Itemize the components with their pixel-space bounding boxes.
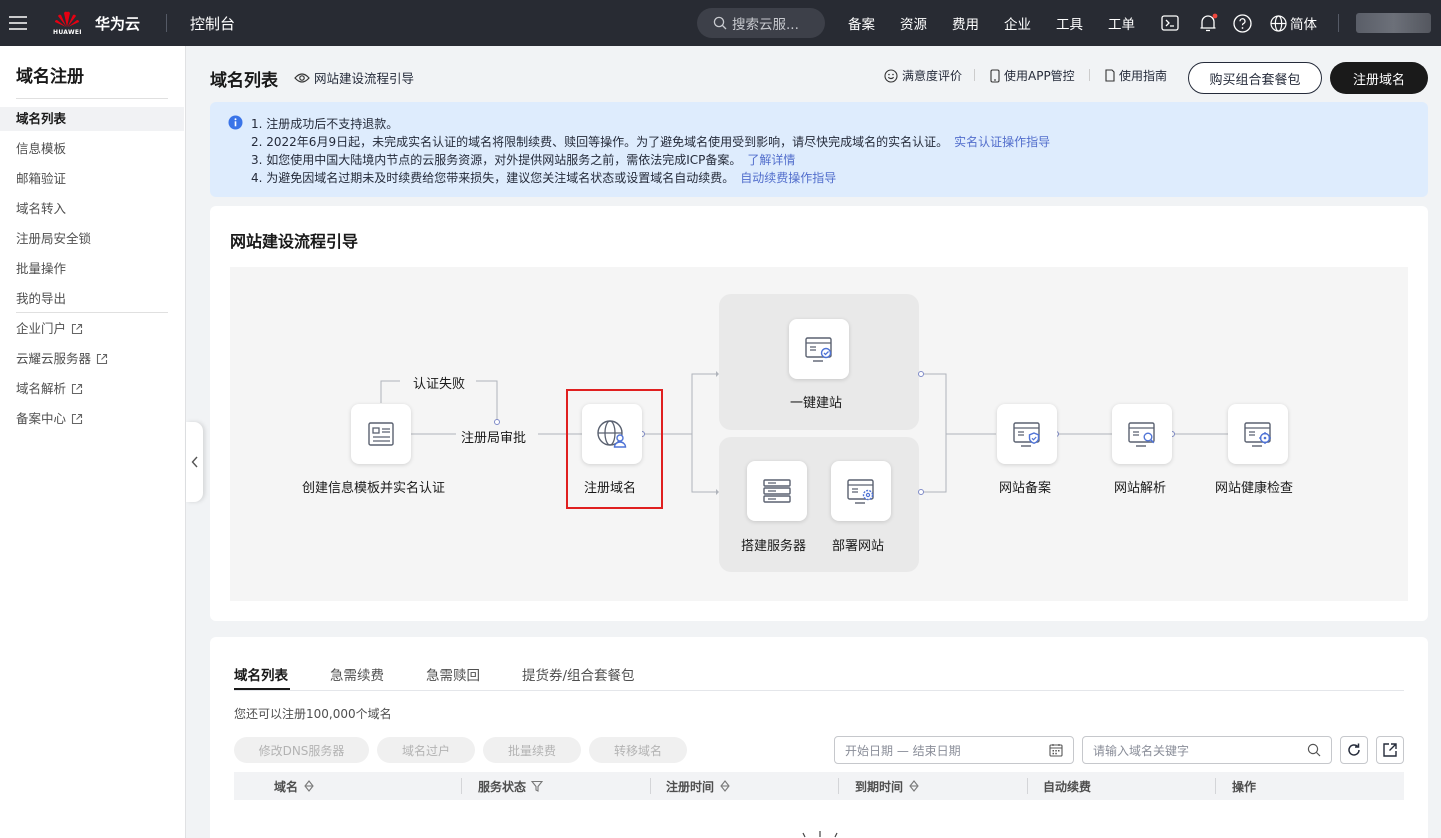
create-template-node[interactable]	[351, 404, 411, 464]
column-divider	[1215, 778, 1216, 794]
deploy-site-node[interactable]	[831, 461, 891, 521]
register-domain-label: 注册域名	[584, 481, 637, 496]
site-filing-node[interactable]	[997, 404, 1057, 464]
column-divider	[461, 778, 462, 794]
col-expire-time[interactable]: 到期时间	[855, 772, 920, 800]
site-filing-label: 网站备案	[999, 481, 1052, 496]
sort-icon	[720, 780, 730, 792]
build-server-node[interactable]	[747, 461, 807, 521]
auth-fail-label: 认证失败	[413, 377, 466, 392]
domain-search-input[interactable]: 请输入域名关键字	[1082, 736, 1332, 764]
column-divider	[650, 778, 651, 794]
sort-icon	[304, 780, 314, 792]
search-icon	[1307, 743, 1321, 757]
shield-check-icon	[1013, 422, 1040, 447]
magnifier-icon	[1128, 422, 1155, 447]
column-divider	[1027, 778, 1028, 794]
create-template-label: 创建信息模板并实名认证	[302, 481, 446, 496]
modify-dns-button[interactable]: 修改DNS服务器	[234, 737, 369, 763]
export-button[interactable]	[1376, 736, 1404, 764]
site-dns-node[interactable]	[1112, 404, 1172, 464]
one-click-site-node[interactable]	[789, 319, 849, 379]
site-health-label: 网站健康检查	[1215, 481, 1294, 496]
col-service-status[interactable]: 服务状态	[478, 772, 544, 800]
template-icon	[368, 422, 394, 446]
domain-search-placeholder: 请输入域名关键字	[1093, 743, 1190, 758]
loading-icon	[802, 831, 838, 838]
server-icon	[763, 479, 791, 503]
tab-urgent-renew[interactable]: 急需续费	[330, 664, 384, 684]
site-health-node[interactable]	[1228, 404, 1288, 464]
column-label: 服务状态	[478, 779, 527, 794]
transfer-domain-button[interactable]: 转移域名	[589, 737, 687, 763]
table-header	[234, 772, 1404, 800]
site-build-icon	[805, 337, 832, 362]
site-dns-label: 网站解析	[1114, 481, 1167, 496]
calendar-icon	[1049, 744, 1063, 757]
col-domain[interactable]: 域名	[274, 772, 315, 800]
col-actions: 操作	[1232, 779, 1257, 794]
date-range-placeholder: 开始日期 — 结束日期	[845, 743, 961, 758]
col-register-time[interactable]: 注册时间	[666, 772, 731, 800]
batch-renew-button[interactable]: 批量续费	[483, 737, 581, 763]
tab-vouchers[interactable]: 提货券/组合套餐包	[522, 664, 635, 684]
date-range-picker[interactable]: 开始日期 — 结束日期	[834, 736, 1074, 764]
globe-user-icon	[597, 420, 627, 448]
deploy-gear-icon	[847, 479, 874, 504]
column-label: 到期时间	[855, 779, 904, 794]
register-domain-node[interactable]	[582, 404, 642, 464]
one-click-site-label: 一键建站	[790, 396, 843, 411]
tabs-divider	[234, 690, 1404, 691]
build-server-label: 搭建服务器	[741, 539, 807, 554]
registry-review-label: 注册局审批	[461, 431, 527, 446]
tab-active-indicator	[234, 688, 290, 690]
refresh-icon	[1348, 743, 1360, 756]
col-auto-renew: 自动续费	[1043, 779, 1092, 794]
quota-text: 您还可以注册100,000个域名	[234, 707, 392, 721]
sort-icon	[909, 780, 919, 792]
refresh-button[interactable]	[1340, 736, 1368, 764]
tab-urgent-redeem[interactable]: 急需赎回	[426, 664, 480, 684]
column-label: 域名	[274, 779, 299, 794]
tab-domain-list[interactable]: 域名列表	[234, 664, 288, 684]
deploy-site-label: 部署网站	[832, 539, 885, 554]
filter-icon	[531, 780, 544, 792]
domain-owner-transfer-button[interactable]: 域名过户	[377, 737, 475, 763]
column-label: 注册时间	[666, 779, 715, 794]
export-icon	[1383, 743, 1397, 757]
column-divider	[838, 778, 839, 794]
target-icon	[1244, 422, 1271, 447]
